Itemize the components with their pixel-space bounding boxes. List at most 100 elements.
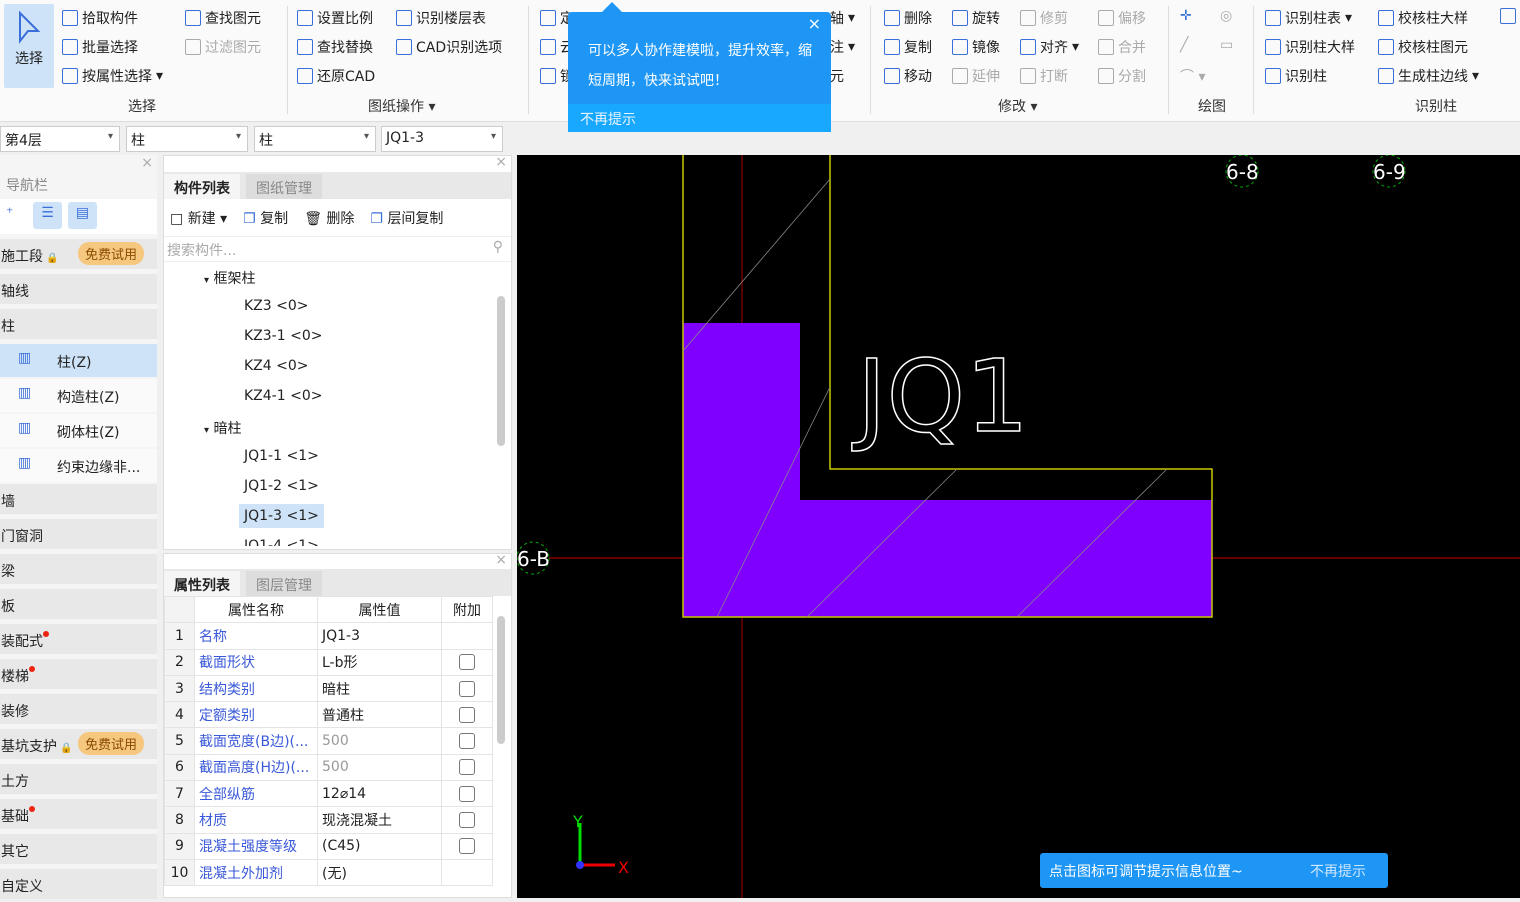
point-draw-button[interactable]: ✛ (1180, 8, 1192, 24)
property-row[interactable]: 1 名称 JQ1-3 (164, 622, 493, 650)
property-row[interactable]: 6 截面高度(H边)(... 500 (164, 753, 493, 782)
select-by-attr-button[interactable]: 按属性选择 ▾ (62, 66, 163, 86)
nav-item[interactable]: 轴线 (0, 274, 157, 304)
cad-options-button[interactable]: CAD识别选项 (396, 37, 502, 57)
align-button[interactable]: 对齐 ▾ (1020, 37, 1079, 57)
nav-item[interactable]: 梁 (0, 554, 157, 584)
rect-draw-button[interactable]: ▭ (1220, 37, 1233, 53)
arc-draw-button[interactable]: ⌒ ▾ (1180, 66, 1205, 86)
property-value[interactable]: 现浇混凝土 (317, 806, 442, 834)
nav-item[interactable]: 施工段 🔒 免费试用 (0, 239, 157, 269)
nav-item[interactable]: 楼梯 (0, 659, 157, 689)
line-draw-button[interactable]: ╱ (1180, 37, 1188, 53)
generate-column-edge-button[interactable]: 生成柱边线 ▾ (1378, 66, 1479, 86)
nav-item[interactable]: 门窗洞 (0, 519, 157, 549)
scrollbar[interactable] (497, 296, 505, 446)
ribbon-partial-6[interactable]: 元 (830, 66, 844, 86)
tree-group[interactable]: ▾ 框架柱 (204, 268, 255, 288)
recognize-floor-table-button[interactable]: 识别楼层表 (396, 8, 486, 28)
column-search-button[interactable] (1500, 8, 1516, 24)
check-column-element-button[interactable]: 校核柱图元 (1378, 37, 1468, 57)
property-row[interactable]: 8 材质 现浇混凝土 (164, 806, 493, 834)
ribbon-partial-5[interactable]: 注 ▾ (830, 37, 855, 57)
free-trial-badge[interactable]: 免费试用 (78, 732, 145, 755)
tree-item[interactable]: KZ4 <0> (239, 354, 314, 378)
property-row[interactable]: 7 全部纵筋 12⌀14 (164, 780, 493, 808)
ribbon-partial-4[interactable]: 轴 ▾ (830, 8, 855, 28)
property-value[interactable]: (C45) (317, 832, 442, 860)
dismiss-tooltip-button[interactable]: 不再提示 (568, 104, 831, 132)
merge-button[interactable]: 合并 (1098, 37, 1146, 57)
tree-item[interactable]: JQ1-2 <1> (239, 474, 324, 498)
property-value[interactable]: (无) (317, 858, 442, 887)
nav-item[interactable]: 柱(Z) ▥ (0, 344, 157, 377)
scrollbar[interactable] (497, 616, 505, 744)
extra-checkbox[interactable] (459, 733, 475, 750)
extra-checkbox[interactable] (459, 654, 475, 671)
split-button[interactable]: 分割 (1098, 66, 1146, 86)
tree-group[interactable]: ▾ 暗柱 (204, 418, 241, 438)
property-value[interactable]: 暗柱 (317, 674, 442, 703)
tab-layer-management[interactable]: 图层管理 (246, 571, 322, 596)
property-value[interactable]: 500 (317, 727, 442, 755)
floor-select[interactable]: 第4层 (0, 126, 120, 152)
search-input[interactable]: 搜索构件... ⚲ (164, 236, 511, 262)
nav-item[interactable]: 自定义 (0, 869, 157, 899)
recognize-column-button[interactable]: 识别柱 (1265, 66, 1327, 86)
close-icon[interactable]: × (495, 552, 507, 568)
delete-button[interactable]: 删除 (884, 8, 932, 28)
extra-checkbox[interactable] (459, 706, 475, 723)
floor-copy-button[interactable]: ❐ 层间复制 (370, 208, 443, 228)
recognize-column-detail-button[interactable]: 识别柱大样 (1265, 37, 1355, 57)
nav-item[interactable]: 土方 (0, 764, 157, 794)
nav-item[interactable]: 柱 (0, 309, 157, 339)
tree-item[interactable]: KZ3-1 <0> (239, 324, 327, 348)
mirror-button[interactable]: 镜像 (952, 37, 1000, 57)
nav-item[interactable]: 基坑支护 🔒 免费试用 (0, 729, 157, 759)
delete-component-button[interactable]: 🗑 删除 (304, 208, 354, 228)
tree-item[interactable]: KZ4-1 <0> (239, 384, 327, 408)
find-replace-button[interactable]: 查找替换 (297, 37, 373, 57)
tree-item[interactable]: JQ1-1 <1> (239, 444, 324, 468)
extra-checkbox[interactable] (459, 838, 475, 855)
property-row[interactable]: 2 截面形状 L-b形 (164, 648, 493, 676)
nav-item[interactable]: 板 (0, 589, 157, 619)
property-row[interactable]: 3 结构类别 暗柱 (164, 674, 493, 703)
rotate-button[interactable]: 旋转 (952, 8, 1000, 28)
tab-component-list[interactable]: 构件列表 (164, 174, 240, 199)
tab-drawing-management[interactable]: 图纸管理 (246, 174, 322, 199)
free-trial-badge[interactable]: 免费试用 (78, 242, 145, 265)
list-view-icon[interactable]: ☰ (33, 202, 62, 229)
select-button[interactable]: 选择 (4, 4, 54, 88)
tree-item[interactable]: KZ3 <0> (239, 294, 314, 318)
set-scale-button[interactable]: 设置比例 (297, 8, 373, 28)
detail-view-icon[interactable]: ▤ (68, 202, 97, 229)
copy-component-button[interactable]: ❐ 复制 (243, 208, 288, 228)
subtype-select[interactable]: 柱 (254, 126, 376, 152)
property-value[interactable]: 500 (317, 753, 442, 782)
batch-select-button[interactable]: 批量选择 (62, 37, 138, 57)
nav-item[interactable]: 装配式 (0, 624, 157, 654)
restore-cad-button[interactable]: 还原CAD (297, 66, 375, 86)
component-select[interactable]: JQ1-3 (381, 126, 503, 152)
move-button[interactable]: 移动 (884, 66, 932, 86)
close-icon[interactable]: × (808, 14, 821, 33)
cad-drawing[interactable]: JQ1 6-8 6-9 6-B Y X (516, 154, 1520, 898)
recognize-column-table-button[interactable]: 识别柱表 ▾ (1265, 8, 1352, 28)
circle-draw-button[interactable]: ◎ (1220, 8, 1232, 24)
copy-button[interactable]: 复制 (884, 37, 932, 57)
sparkle-icon[interactable]: ⁺ (6, 205, 13, 221)
extra-checkbox[interactable] (459, 680, 475, 697)
find-element-button[interactable]: 查找图元 (185, 8, 261, 28)
new-button[interactable]: □ 新建 ▾ (170, 208, 227, 228)
nav-item[interactable]: 基础 (0, 799, 157, 829)
pick-component-button[interactable]: 拾取构件 (62, 8, 138, 28)
extra-checkbox[interactable] (459, 785, 475, 802)
tree-item[interactable]: JQ1-3 <1> (239, 504, 324, 528)
break-button[interactable]: 打断 (1020, 66, 1068, 86)
close-icon[interactable]: × (141, 155, 153, 171)
tab-property-list[interactable]: 属性列表 (164, 571, 240, 596)
property-row[interactable]: 4 定额类别 普通柱 (164, 701, 493, 729)
check-column-detail-button[interactable]: 校核柱大样 (1378, 8, 1468, 28)
filter-element-button[interactable]: 过滤图元 (185, 37, 261, 57)
